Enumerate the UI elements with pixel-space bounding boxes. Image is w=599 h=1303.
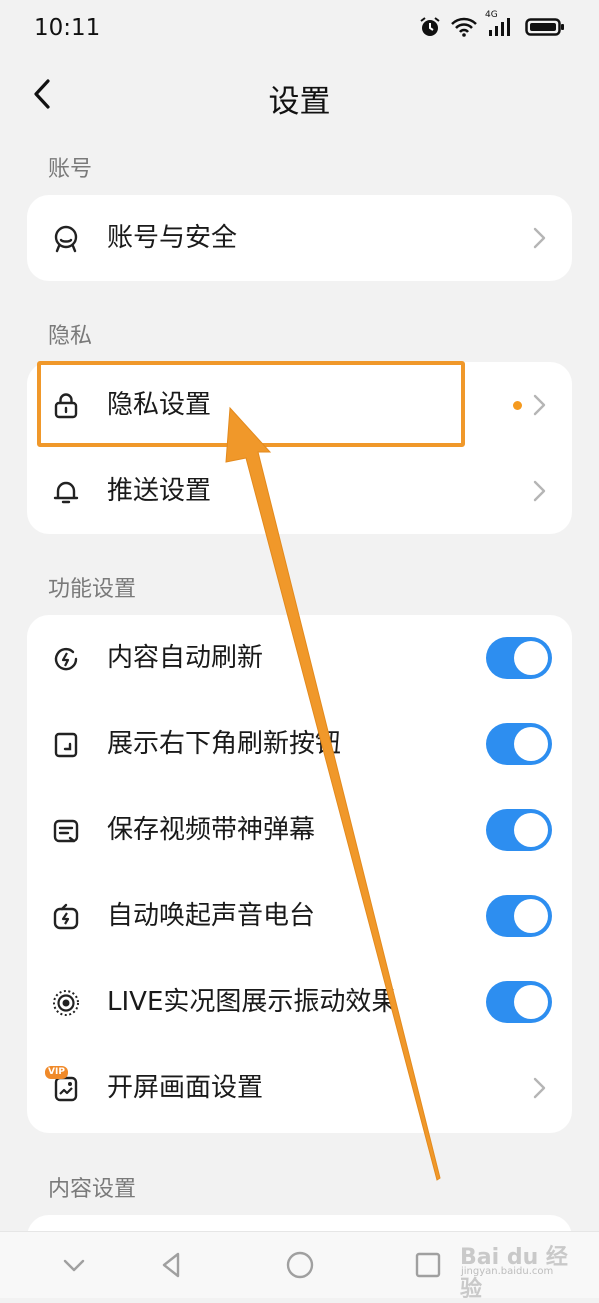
account-security-icon (51, 224, 81, 254)
row-account-security[interactable]: 账号与安全 (27, 195, 572, 281)
row-label: 推送设置 (107, 476, 212, 506)
row-label: 保存视频带神弹幕 (107, 815, 316, 845)
privacy-card: 隐私设置 推送设置 (27, 362, 572, 534)
row-live-photo-vibration[interactable]: LIVE实况图展示振动效果 (27, 959, 572, 1045)
toggle-switch[interactable] (486, 723, 552, 765)
alarm-icon (419, 16, 441, 38)
row-auto-refresh[interactable]: 内容自动刷新 (27, 615, 572, 701)
section-label-content: 内容设置 (48, 1177, 137, 1202)
section-label-features: 功能设置 (48, 577, 137, 602)
bell-icon (51, 477, 81, 507)
chevron-right-icon (533, 227, 546, 249)
row-privacy-settings[interactable]: 隐私设置 (27, 362, 572, 448)
live-photo-icon (51, 988, 81, 1018)
row-label: LIVE实况图展示振动效果 (107, 987, 398, 1017)
battery-icon (525, 16, 565, 38)
home-circle-icon[interactable] (284, 1249, 316, 1281)
page-title: 设置 (268, 84, 331, 120)
vip-badge: VIP (45, 1066, 68, 1079)
row-save-video-danmaku[interactable]: 保存视频带神弹幕 (27, 787, 572, 873)
row-label: 隐私设置 (107, 390, 212, 420)
section-label-privacy: 隐私 (48, 324, 93, 349)
radio-icon (51, 902, 81, 932)
features-card: 内容自动刷新 展示右下角刷新按钮 保存视频带神弹幕 自动唤起声音电台 LIVE实… (27, 615, 572, 1133)
row-label: 自动唤起声音电台 (107, 901, 316, 931)
row-push-settings[interactable]: 推送设置 (27, 448, 572, 534)
new-indicator-dot (513, 401, 522, 410)
watermark: Bai du 经验 jingyan.baidu.com (452, 1236, 587, 1302)
wifi-icon (451, 17, 477, 37)
chevron-right-icon (533, 1077, 546, 1099)
toggle-switch[interactable] (486, 637, 552, 679)
row-label: 开屏画面设置 (107, 1073, 264, 1103)
chevron-right-icon (533, 394, 546, 416)
chevron-right-icon (533, 480, 546, 502)
splash-screen-icon: VIP (45, 1066, 81, 1104)
lock-icon (51, 391, 81, 421)
collapse-icon[interactable] (58, 1249, 90, 1281)
toggle-switch[interactable] (486, 895, 552, 937)
row-auto-radio[interactable]: 自动唤起声音电台 (27, 873, 572, 959)
section-label-account: 账号 (48, 157, 93, 182)
toggle-switch[interactable] (486, 981, 552, 1023)
corner-refresh-icon (51, 730, 81, 760)
recents-square-icon[interactable] (412, 1249, 444, 1281)
header: 设置 (0, 58, 599, 132)
row-label: 内容自动刷新 (107, 643, 264, 673)
row-label: 账号与安全 (107, 223, 238, 253)
row-label: 展示右下角刷新按钮 (107, 729, 342, 759)
auto-refresh-icon (51, 644, 81, 674)
status-bar: 10:11 4G (0, 0, 599, 58)
danmaku-icon (51, 816, 81, 846)
row-splash-screen-settings[interactable]: VIP 开屏画面设置 (27, 1045, 572, 1131)
network-label: 4G (485, 10, 498, 20)
status-icons: 4G (419, 10, 565, 38)
toggle-switch[interactable] (486, 809, 552, 851)
4g-signal-icon: 4G (485, 10, 515, 38)
back-triangle-icon[interactable] (156, 1249, 188, 1281)
account-card: 账号与安全 (27, 195, 572, 281)
watermark-sub: jingyan.baidu.com (461, 1266, 554, 1277)
row-corner-refresh-button[interactable]: 展示右下角刷新按钮 (27, 701, 572, 787)
status-time: 10:11 (34, 15, 101, 41)
